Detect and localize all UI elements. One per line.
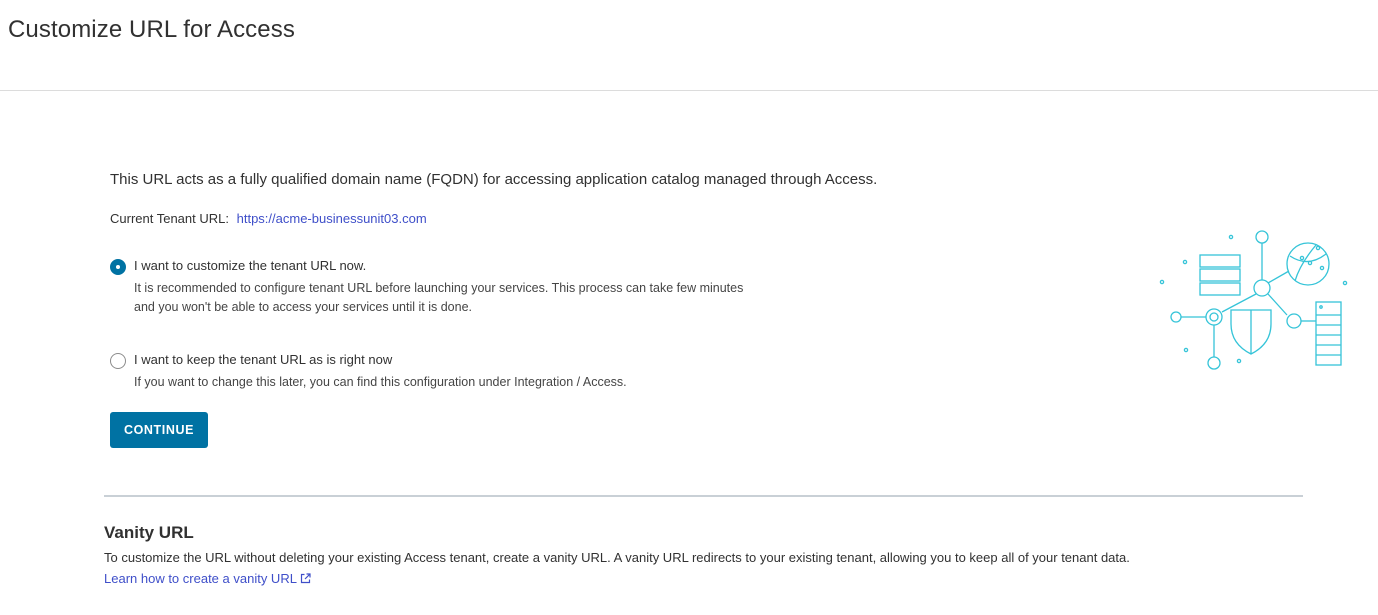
intro-text: This URL acts as a fully qualified domai… (110, 171, 878, 188)
current-tenant-url-row: Current Tenant URL: https://acme-busines… (110, 211, 427, 226)
tenant-url-link[interactable]: https://acme-businessunit03.com (237, 211, 427, 226)
option-keep-as-is-label[interactable]: I want to keep the tenant URL as is righ… (134, 352, 392, 367)
radio-customize-now[interactable] (110, 259, 126, 275)
learn-vanity-url-link[interactable]: Learn how to create a vanity URL (104, 571, 311, 586)
page-title: Customize URL for Access (8, 16, 295, 43)
option-keep-as-is-description: If you want to change this later, you ca… (134, 375, 627, 389)
section-divider (104, 495, 1303, 497)
option-customize-now-description: It is recommended to configure tenant UR… (134, 281, 744, 314)
header-divider (0, 90, 1378, 91)
radio-keep-as-is[interactable] (110, 353, 126, 369)
network-security-illustration (1159, 230, 1348, 370)
continue-button[interactable]: CONTINUE (110, 412, 208, 448)
page: Customize URL for Access This URL acts a… (0, 0, 1378, 615)
external-link-icon (300, 573, 311, 584)
vanity-url-description-text: To customize the URL without deleting yo… (104, 550, 1130, 565)
learn-vanity-url-link-text: Learn how to create a vanity URL (104, 571, 297, 586)
option-customize-now-label[interactable]: I want to customize the tenant URL now. (134, 258, 366, 273)
tenant-url-label: Current Tenant URL: (110, 211, 229, 226)
vanity-url-description: To customize the URL without deleting yo… (104, 547, 1144, 589)
vanity-url-title: Vanity URL (104, 523, 194, 542)
